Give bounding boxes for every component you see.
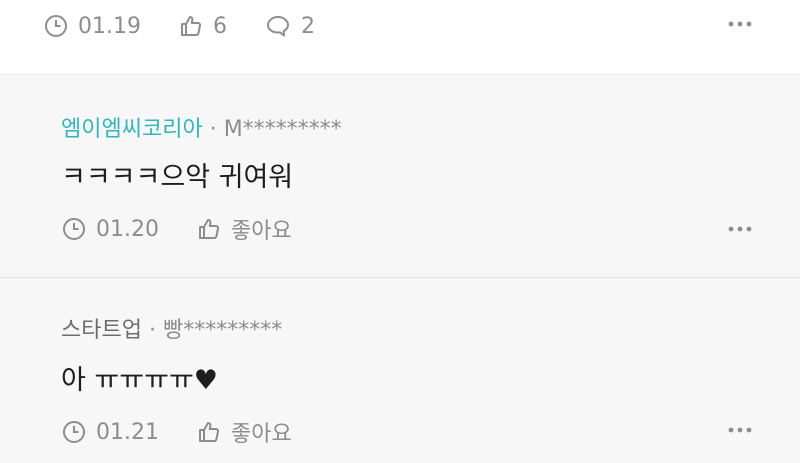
like-button[interactable]: 6 bbox=[179, 14, 227, 39]
date-meta: 01.21 bbox=[62, 420, 159, 445]
reply-button[interactable]: 2 bbox=[265, 14, 315, 39]
author-separator: · bbox=[209, 117, 217, 142]
more-icon[interactable] bbox=[728, 20, 752, 28]
reply-date: 01.20 bbox=[96, 216, 159, 242]
reply-text: 아 ㅠㅠㅠㅠ♥ bbox=[61, 365, 218, 396]
date-meta: 01.19 bbox=[44, 14, 141, 39]
like-button[interactable]: 좋아요 bbox=[197, 416, 292, 448]
comment-meta: 01.19 6 2 bbox=[44, 6, 315, 46]
reply-meta: 01.21 좋아요 bbox=[62, 412, 292, 452]
more-icon[interactable] bbox=[728, 426, 752, 434]
reply-count: 2 bbox=[300, 13, 315, 39]
clock-icon bbox=[62, 217, 86, 241]
like-button[interactable]: 좋아요 bbox=[197, 213, 292, 245]
author-line: 스타트업 · 빵********* bbox=[61, 312, 282, 344]
comment-item: 01.19 6 2 bbox=[0, 0, 800, 74]
comment-date: 01.19 bbox=[78, 13, 141, 39]
thumbs-up-icon bbox=[179, 14, 203, 38]
reply-text: ㅋㅋㅋㅋ으악 귀여워 bbox=[61, 162, 294, 193]
reply-date: 01.21 bbox=[96, 419, 159, 445]
author-line: 엠이엠씨코리아 · M********* bbox=[61, 111, 342, 143]
thumbs-up-icon bbox=[197, 217, 221, 241]
author-handle: M********* bbox=[223, 117, 342, 142]
author-name[interactable]: 엠이엠씨코리아 bbox=[61, 117, 203, 142]
reply-item: 스타트업 · 빵********* 아 ㅠㅠㅠㅠ♥ 01.21 좋아요 bbox=[0, 277, 800, 463]
clock-icon bbox=[44, 14, 68, 38]
like-count: 6 bbox=[212, 13, 227, 39]
date-meta: 01.20 bbox=[62, 217, 159, 242]
author-separator: · bbox=[148, 318, 156, 343]
reply-meta: 01.20 좋아요 bbox=[62, 209, 292, 249]
like-label: 좋아요 bbox=[230, 219, 292, 244]
reply-item: 엠이엠씨코리아 · M********* ㅋㅋㅋㅋ으악 귀여워 01.20 좋아… bbox=[0, 74, 800, 278]
author-name[interactable]: 스타트업 bbox=[61, 318, 142, 343]
like-label: 좋아요 bbox=[230, 422, 292, 447]
more-icon[interactable] bbox=[728, 225, 752, 233]
author-handle: 빵********* bbox=[162, 318, 283, 343]
thumbs-up-icon bbox=[197, 420, 221, 444]
clock-icon bbox=[62, 420, 86, 444]
speech-bubble-icon bbox=[265, 14, 291, 38]
